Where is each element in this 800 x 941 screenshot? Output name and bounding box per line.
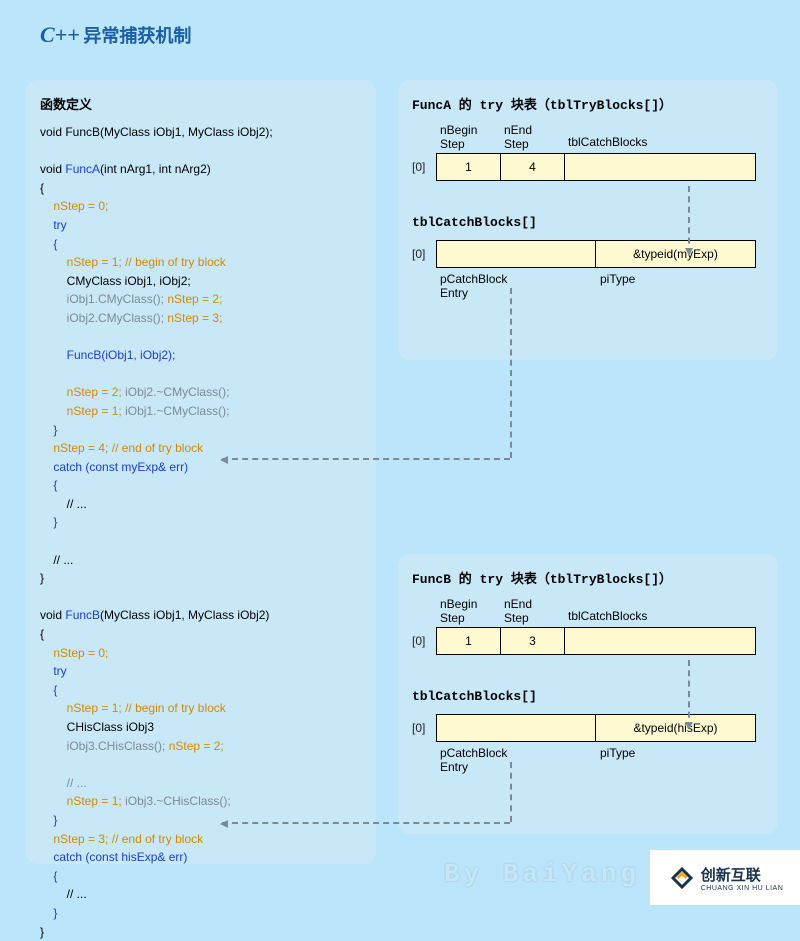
title-cpp: C++ bbox=[40, 22, 80, 47]
watermark-text-py: CHUANG XIN HU LIAN bbox=[701, 885, 784, 892]
funcB-catchblocks-labels: pCatchBlock Entry piType bbox=[440, 746, 764, 774]
watermark-logo-icon bbox=[667, 863, 697, 893]
funcA-tryblocks-row: [0] 1 4 bbox=[412, 153, 764, 181]
label-pcatchblockentry-b: pCatchBlock Entry bbox=[440, 746, 600, 774]
funcA-catchblocks-table: &typeid(myExp) bbox=[436, 240, 756, 268]
index-0d: [0] bbox=[412, 721, 436, 735]
funcA-tryblocks-labels: nBegin Step nEnd Step tblCatchBlocks bbox=[440, 123, 764, 151]
cell-nendstep-b: 3 bbox=[501, 628, 565, 654]
label-nbeginstep-b: nBegin Step bbox=[440, 597, 504, 625]
funcA-catchblocks-labels: pCatchBlock Entry piType bbox=[440, 272, 764, 300]
cell-pitype: &typeid(myExp) bbox=[596, 241, 755, 267]
label-nendstep: nEnd Step bbox=[504, 123, 568, 151]
funcA-heading: FuncA 的 try 块表（tblTryBlocks[]） bbox=[412, 94, 764, 113]
arrow-catchentry-down-a bbox=[510, 288, 512, 458]
title-zh: 异常捕获机制 bbox=[83, 26, 191, 46]
arrow-tryblocks-to-catchblocks-b bbox=[688, 660, 690, 728]
watermark: 创新互联 CHUANG XIN HU LIAN bbox=[650, 850, 800, 905]
funcB-heading: FuncB 的 try 块表（tblTryBlocks[]） bbox=[412, 568, 764, 587]
arrow-catchentry-to-code-a bbox=[222, 458, 510, 460]
cell-tblcatchblocks-ptr-b bbox=[565, 628, 755, 654]
page-title: C++ 异常捕获机制 bbox=[40, 22, 191, 48]
funcB-tryblocks-row: [0] 1 3 bbox=[412, 627, 764, 655]
cell-pitype-b: &typeid(hisExp) bbox=[596, 715, 755, 741]
code-body: void FuncB(MyClass iObj1, MyClass iObj2)… bbox=[40, 123, 362, 941]
funcA-catchblocks-row: [0] &typeid(myExp) bbox=[412, 240, 764, 268]
cell-pcatchblockentry-b bbox=[437, 715, 596, 741]
cell-nbeginstep: 1 bbox=[437, 154, 501, 180]
byline: By BaiYang bbox=[444, 859, 640, 889]
cell-nbeginstep-b: 1 bbox=[437, 628, 501, 654]
index-0c: [0] bbox=[412, 634, 436, 648]
label-nbeginstep: nBegin Step bbox=[440, 123, 504, 151]
funcB-catchblocks-table: &typeid(hisExp) bbox=[436, 714, 756, 742]
funcA-catchblocks-heading: tblCatchBlocks[] bbox=[412, 215, 764, 230]
label-pitype-b: piType bbox=[600, 746, 760, 774]
funcB-catchblocks-heading: tblCatchBlocks[] bbox=[412, 689, 764, 704]
arrow-tryblocks-to-catchblocks-a bbox=[688, 186, 690, 254]
label-tblcatchblocks: tblCatchBlocks bbox=[568, 123, 728, 151]
label-nendstep-b: nEnd Step bbox=[504, 597, 568, 625]
cell-tblcatchblocks-ptr bbox=[565, 154, 755, 180]
label-pitype: piType bbox=[600, 272, 760, 300]
funcB-catchblocks-row: [0] &typeid(hisExp) bbox=[412, 714, 764, 742]
cell-pcatchblockentry bbox=[437, 241, 596, 267]
index-0: [0] bbox=[412, 160, 436, 174]
code-panel-heading: 函数定义 bbox=[40, 94, 362, 113]
code-panel: 函数定义 void FuncB(MyClass iObj1, MyClass i… bbox=[26, 80, 376, 864]
label-pcatchblockentry: pCatchBlock Entry bbox=[440, 272, 600, 300]
arrow-catchentry-down-b bbox=[510, 762, 512, 822]
funcB-tryblocks-table: 1 3 bbox=[436, 627, 756, 655]
cell-nendstep: 4 bbox=[501, 154, 565, 180]
funcB-tryblocks-labels: nBegin Step nEnd Step tblCatchBlocks bbox=[440, 597, 764, 625]
label-tblcatchblocks-b: tblCatchBlocks bbox=[568, 597, 728, 625]
funcA-tryblocks-table: 1 4 bbox=[436, 153, 756, 181]
funcB-panel: FuncB 的 try 块表（tblTryBlocks[]） nBegin St… bbox=[398, 554, 778, 834]
watermark-text-zh: 创新互联 bbox=[701, 864, 784, 885]
arrow-catchentry-to-code-b bbox=[222, 822, 510, 824]
funcA-panel: FuncA 的 try 块表（tblTryBlocks[]） nBegin St… bbox=[398, 80, 778, 360]
index-0b: [0] bbox=[412, 247, 436, 261]
